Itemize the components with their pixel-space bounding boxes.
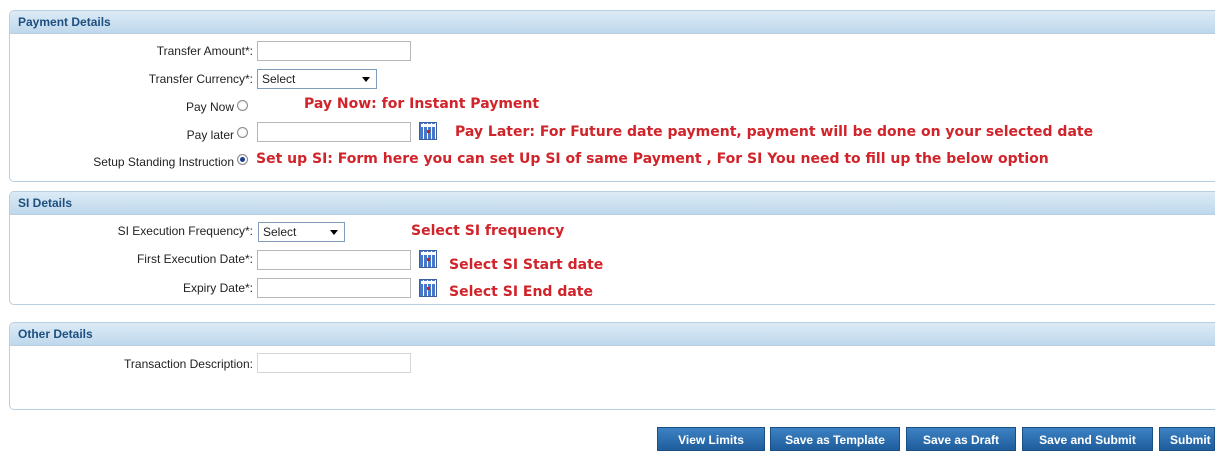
transaction-description-input[interactable] (257, 353, 411, 373)
expiry-date-label: Expiry Date*: (182, 281, 253, 295)
si-frequency-value: Select (263, 225, 297, 239)
pay-later-note: Pay Later: For Future date payment, paym… (455, 124, 1094, 140)
transfer-currency-label: Transfer Currency*: (148, 72, 253, 86)
view-limits-button[interactable]: View Limits (657, 427, 765, 451)
si-details-header: SI Details (10, 192, 1215, 215)
submit-button[interactable]: Submit (1159, 427, 1215, 451)
transfer-currency-value: Select (262, 72, 296, 86)
transfer-currency-select[interactable]: Select (257, 69, 377, 89)
standing-instruction-label: Setup Standing Instruction (93, 155, 234, 169)
transfer-amount-label: Transfer Amount*: (156, 44, 253, 58)
transaction-description-label: Transaction Description: (124, 357, 253, 371)
save-as-draft-button[interactable]: Save as Draft (906, 427, 1016, 451)
payment-details-header: Payment Details (10, 11, 1215, 34)
si-frequency-label: SI Execution Frequency*: (117, 224, 253, 238)
transfer-amount-input[interactable] (257, 41, 411, 61)
standing-instruction-radio[interactable] (237, 154, 248, 165)
pay-now-radio[interactable] (237, 100, 248, 111)
pay-now-label: Pay Now (185, 100, 234, 114)
save-as-template-button[interactable]: Save as Template (770, 427, 900, 451)
expiry-date-input[interactable] (257, 278, 411, 298)
save-and-submit-button[interactable]: Save and Submit (1022, 427, 1153, 451)
pay-now-note: Pay Now: for Instant Payment (304, 96, 540, 112)
dropdown-arrow-icon (330, 230, 338, 235)
expiry-date-note: Select SI End date (449, 284, 593, 300)
first-execution-date-note: Select SI Start date (449, 257, 604, 273)
other-details-header: Other Details (10, 323, 1215, 346)
pay-later-label: Pay later (186, 128, 234, 142)
standing-instruction-note: Set up SI: Form here you can set Up SI o… (256, 151, 1049, 167)
pay-later-radio[interactable] (237, 127, 248, 138)
si-frequency-select[interactable]: Select (258, 222, 345, 242)
pay-later-date-input[interactable] (257, 122, 411, 142)
first-execution-date-input[interactable] (257, 250, 411, 270)
calendar-icon[interactable] (419, 250, 437, 268)
si-frequency-note: Select SI frequency (411, 223, 565, 239)
dropdown-arrow-icon (362, 77, 370, 82)
calendar-icon[interactable] (419, 122, 437, 140)
calendar-icon[interactable] (419, 279, 437, 297)
first-execution-date-label: First Execution Date*: (136, 252, 253, 266)
